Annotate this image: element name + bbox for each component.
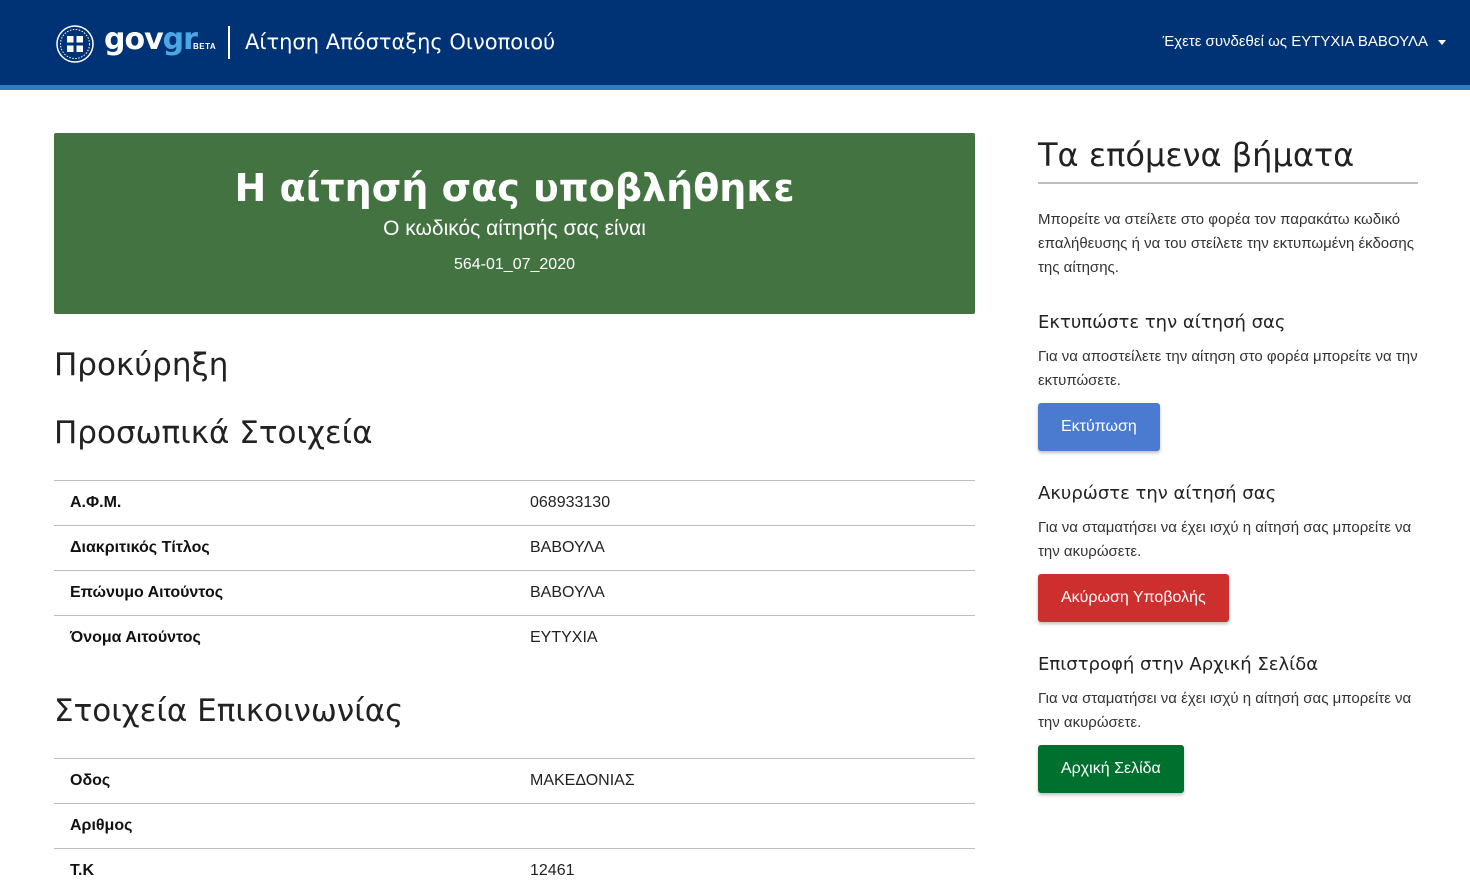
row-label: Επώνυμο Αιτούντος xyxy=(70,584,224,601)
row-value: 068933130 xyxy=(530,494,611,511)
next-steps-panel: Τα επόμενα βήματα Μπορείτε να στείλετε σ… xyxy=(1038,130,1418,793)
table-row: Όνομα Αιτούντος ΕΥΤΥΧΙΑ xyxy=(54,616,975,660)
print-button[interactable]: Εκτύπωση xyxy=(1038,403,1160,451)
service-title[interactable]: Αίτηση Απόσταξης Οινοποιού xyxy=(245,28,555,56)
print-section: Εκτυπώστε την αίτησή σας Για να αποστείλ… xyxy=(1038,311,1418,451)
home-button[interactable]: Αρχική Σελίδα xyxy=(1038,745,1184,793)
personal-details-table: Α.Φ.Μ. 068933130 Διακριτικός Τίτλος ΒΑΒΟ… xyxy=(54,480,975,660)
top-header: govgr BETA Αίτηση Απόσταξης Οινοποιού Έχ… xyxy=(0,0,1470,85)
table-row: Επώνυμο Αιτούντος ΒΑΒΟΥΛΑ xyxy=(54,571,975,616)
row-label: Οδος xyxy=(70,772,111,789)
table-row: Α.Φ.Μ. 068933130 xyxy=(54,481,975,526)
row-value: ΒΑΒΟΥΛΑ xyxy=(530,539,605,556)
row-value: 12461 xyxy=(530,862,575,879)
beta-badge: BETA xyxy=(193,42,217,51)
table-row: Οδος ΜΑΚΕΔΟΝΙΑΣ xyxy=(54,759,975,804)
personal-details-heading: Προσωπικά Στοιχεία xyxy=(54,415,373,451)
row-label: Διακριτικός Τίτλος xyxy=(70,539,210,556)
contact-details-heading: Στοιχεία Επικοινωνίας xyxy=(54,693,404,729)
header-divider xyxy=(228,26,230,59)
contact-details-table: Οδος ΜΑΚΕΔΟΝΙΑΣ Αριθμος Τ.Κ 12461 xyxy=(54,758,975,893)
table-row: Αριθμος xyxy=(54,804,975,849)
next-steps-intro: Μπορείτε να στείλετε στο φορέα τον παρακ… xyxy=(1038,211,1414,276)
table-row: Τ.Κ 12461 xyxy=(54,849,975,893)
application-code: 564-01_07_2020 xyxy=(453,256,575,273)
next-steps-title: Τα επόμενα βήματα xyxy=(1038,130,1418,184)
home-heading: Επιστροφή στην Αρχική Σελίδα xyxy=(1038,654,1319,675)
success-banner: Η αίτησή σας υποβλήθηκε Ο κωδικός αίτησή… xyxy=(54,133,975,314)
row-label: Αριθμος xyxy=(70,817,133,834)
home-section: Επιστροφή στην Αρχική Σελίδα Για να σταμ… xyxy=(1038,653,1418,793)
govgr-logo[interactable]: govgr xyxy=(104,22,198,58)
cancel-heading: Ακυρώστε την αίτησή σας xyxy=(1038,483,1277,504)
table-row: Διακριτικός Τίτλος ΒΑΒΟΥΛΑ xyxy=(54,526,975,571)
header-stripe xyxy=(0,85,1470,90)
banner-subtitle: Ο κωδικός αίτησής σας είναι xyxy=(383,217,646,240)
chevron-down-icon xyxy=(1438,39,1446,45)
row-value: ΒΑΒΟΥΛΑ xyxy=(530,584,605,601)
cancel-submission-button[interactable]: Ακύρωση Υποβολής xyxy=(1038,574,1229,622)
row-label: Α.Φ.Μ. xyxy=(70,494,122,511)
home-text: Για να σταματήσει να έχει ισχύ η αίτησή … xyxy=(1038,690,1412,731)
user-menu[interactable]: Έχετε συνδεθεί ως ΕΥΤΥΧΙΑ ΒΑΒΟΥΛΑ xyxy=(1162,32,1446,52)
print-heading: Εκτυπώστε την αίτησή σας xyxy=(1038,312,1286,333)
user-menu-label: Έχετε συνδεθεί ως ΕΥΤΥΧΙΑ ΒΑΒΟΥΛΑ xyxy=(1162,33,1428,50)
row-value: ΜΑΚΕΔΟΝΙΑΣ xyxy=(530,772,635,789)
banner-title: Η αίτησή σας υποβλήθηκε xyxy=(234,166,795,210)
greek-emblem-icon[interactable] xyxy=(56,25,94,63)
row-label: Τ.Κ xyxy=(70,862,95,879)
proclamation-heading: Προκύρηξη xyxy=(54,347,229,383)
row-value: ΕΥΤΥΧΙΑ xyxy=(530,629,598,646)
cancel-section: Ακυρώστε την αίτησή σας Για να σταματήσε… xyxy=(1038,482,1418,622)
cancel-text: Για να σταματήσει να έχει ισχύ η αίτησή … xyxy=(1038,519,1412,560)
row-label: Όνομα Αιτούντος xyxy=(70,629,201,646)
print-text: Για να αποστείλετε την αίτηση στο φορέα … xyxy=(1038,348,1418,389)
